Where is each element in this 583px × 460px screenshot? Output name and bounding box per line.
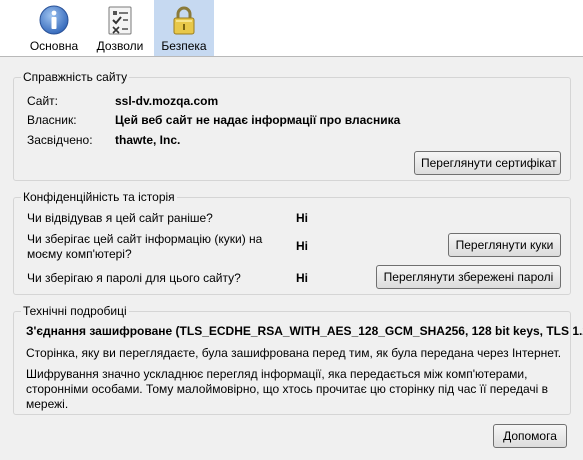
owner-value: Цей веб сайт не надає інформації про вла… (115, 113, 401, 127)
info-icon (39, 5, 69, 35)
technical-group: Технічні подробиці З'єднання зашифроване… (13, 304, 583, 415)
cookies-question-line2: моєму комп'ютері? (27, 247, 132, 261)
owner-label: Власник: (27, 113, 77, 127)
view-saved-passwords-button[interactable]: Переглянути збережені паролі (376, 265, 561, 289)
encryption-description: Сторінка, яку ви переглядаєте, була заши… (26, 346, 562, 360)
identity-legend: Справжність сайту (21, 70, 130, 84)
passwords-question: Чи зберігаю я паролі для цього сайту? (27, 271, 241, 285)
tab-security-label: Безпека (161, 39, 207, 53)
verified-label: Засвідчено: (27, 133, 93, 147)
tab-security[interactable]: Безпека (154, 0, 214, 56)
visited-question: Чи відвідував я цей сайт раніше? (27, 211, 213, 225)
technical-legend: Технічні подробиці (21, 304, 129, 318)
tab-permissions[interactable]: Дозволи (91, 0, 149, 56)
encryption-explanation: Шифрування значно ускладнює перегляд інф… (26, 367, 549, 411)
cookies-answer: Ні (296, 239, 308, 253)
toolbar: Основна Дозволи Безпека (0, 0, 583, 57)
tab-general-label: Основна (29, 39, 79, 53)
permissions-icon (108, 6, 132, 35)
verified-value: thawte, Inc. (115, 133, 181, 147)
tab-general[interactable]: Основна (28, 0, 80, 56)
tab-permissions-label: Дозволи (96, 39, 144, 53)
view-certificate-button[interactable]: Переглянути сертифікат (414, 151, 561, 175)
site-label: Сайт: (27, 94, 59, 108)
passwords-answer: Ні (296, 271, 308, 285)
help-button[interactable]: Допомога (493, 424, 567, 448)
visited-answer: Ні (296, 211, 308, 225)
view-cookies-button[interactable]: Переглянути куки (448, 233, 561, 257)
site-value: ssl-dv.mozqa.com (115, 94, 219, 108)
lock-icon (173, 6, 195, 35)
privacy-legend: Конфіденційність та історія (21, 190, 177, 204)
cookies-question-line1: Чи зберігає цей сайт інформацію (куки) н… (27, 232, 263, 246)
connection-status: З'єднання зашифроване (TLS_ECDHE_RSA_WIT… (26, 324, 583, 338)
